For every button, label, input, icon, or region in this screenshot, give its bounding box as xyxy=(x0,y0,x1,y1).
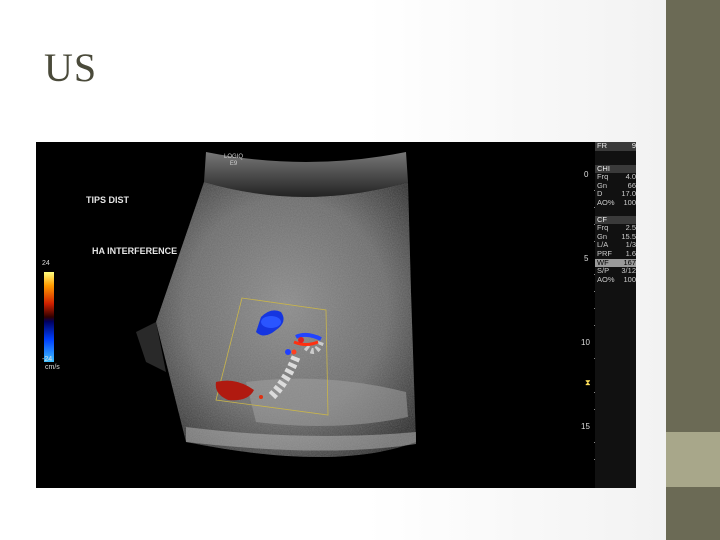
depth-mark-0: 0 xyxy=(584,170,589,179)
device-logo: LOGIQ E9 xyxy=(224,154,244,167)
focus-marker-icon: ⧗ xyxy=(585,378,591,387)
param-fr: FR 9 xyxy=(595,142,636,151)
label-tips-dist: TIPS DIST xyxy=(86,195,130,205)
color-scale-bottom: -24 xyxy=(42,356,53,363)
slide-title: US xyxy=(44,45,98,90)
depth-mark-15: 15 xyxy=(581,422,590,431)
color-scale-bar xyxy=(44,272,54,362)
ultrasound-image: LOGIQ E9 TIPS DIST HA INTERFERENCE 24 -2… xyxy=(36,142,636,488)
ultrasound-scan xyxy=(136,152,416,457)
label-ha-interference: HA INTERFERENCE xyxy=(92,246,178,256)
sidebar-accent-block xyxy=(666,432,720,487)
depth-mark-10: 10 xyxy=(581,338,590,347)
color-scale-unit: cm/s xyxy=(45,364,60,371)
depth-mark-5: 5 xyxy=(584,254,589,263)
param-row: AO% 100 xyxy=(597,197,636,207)
param-row: AO% 100 xyxy=(597,274,636,284)
color-scale-top: 24 xyxy=(42,260,50,267)
parameter-panel: FR 9 CHI Frq 4.0 Gn 66 D 17.0 AO% 100 CF Frq 2… xyxy=(595,142,636,488)
